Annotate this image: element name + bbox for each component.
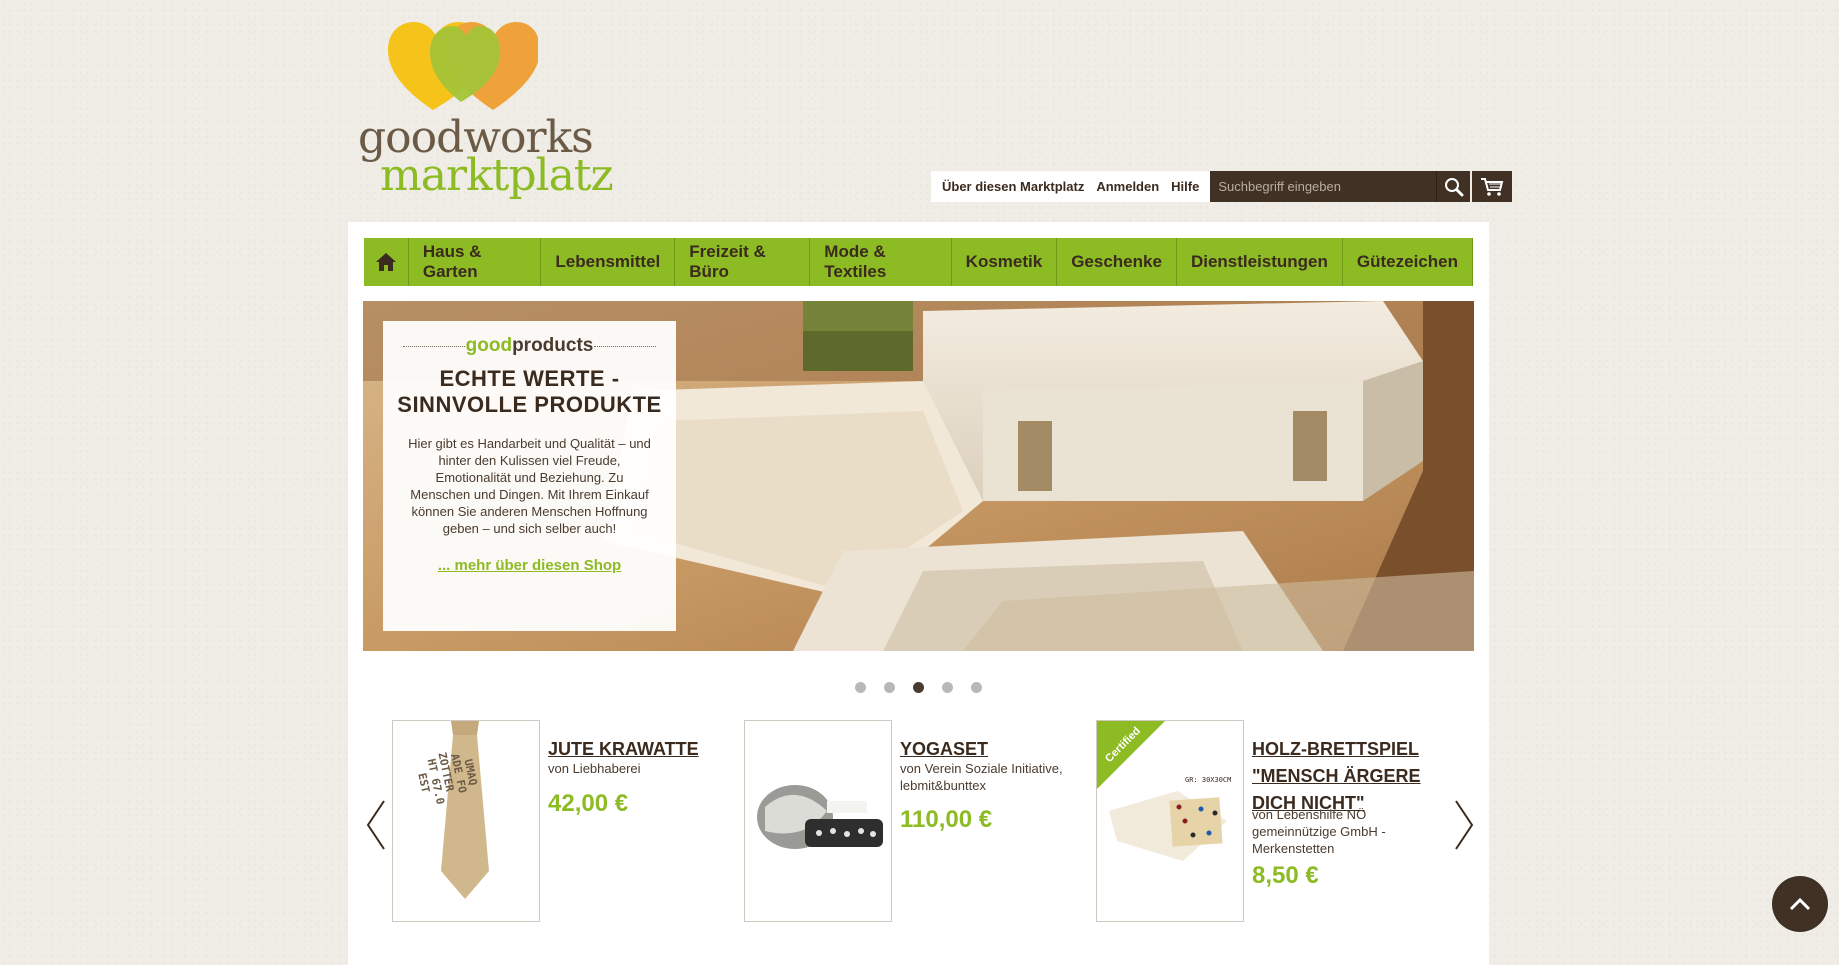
hero-headline: ECHTE WERTE - SINNVOLLE PRODUKTE [397, 366, 662, 417]
tie-image: UMAQ ADE FO ZOTTER HT 67.0 EST [415, 721, 489, 899]
product-carousel: UMAQ ADE FO ZOTTER HT 67.0 EST JUTE KRAW… [392, 720, 1442, 930]
search-icon [1444, 177, 1464, 196]
carousel-next-button[interactable] [1448, 797, 1478, 853]
slider-dot-5[interactable] [971, 682, 982, 693]
brand-suffix: products [512, 335, 594, 356]
product-card: UMAQ ADE FO ZOTTER HT 67.0 EST JUTE KRAW… [392, 720, 732, 930]
cart-button[interactable] [1472, 171, 1513, 202]
slider-dots [348, 680, 1489, 698]
slider-dot-4[interactable] [942, 682, 953, 693]
nav-kosmetik[interactable]: Kosmetik [952, 238, 1058, 286]
product-image-yogaset[interactable] [744, 720, 892, 922]
chevron-right-icon [1455, 800, 1474, 850]
product-vendor: von Liebhaberei [548, 761, 641, 776]
product-price: 8,50 € [1252, 862, 1319, 889]
chevron-up-icon [1789, 897, 1811, 911]
product-price: 110,00 € [900, 806, 993, 833]
search-box [1210, 171, 1471, 202]
hero-brand: goodproducts [383, 335, 676, 357]
home-icon [375, 253, 396, 271]
nav-home[interactable] [364, 238, 409, 286]
top-links: Über diesen Marktplatz Anmelden Hilfe [931, 171, 1211, 202]
image-size-label: GR: 30X30CM [1185, 776, 1231, 784]
top-bar: Über diesen Marktplatz Anmelden Hilfe [931, 171, 1513, 202]
svg-text:EST: EST [415, 772, 432, 795]
product-vendor: von Verein Soziale Initiative, lebmit&bu… [900, 761, 1063, 793]
product-title[interactable]: YOGASET [900, 736, 1080, 763]
product-vendor: von Lebenshilfe NÖ gemeinnützige GmbH - … [1252, 807, 1386, 856]
site-logo[interactable]: goodworks marktplatz [358, 20, 614, 202]
main-nav: Haus & Garten Lebensmittel Freizeit & Bü… [364, 238, 1473, 286]
yogaset-image [757, 785, 883, 849]
brand-prefix: good [465, 335, 513, 356]
product-price: 42,00 € [548, 790, 629, 817]
slider-dot-1[interactable] [855, 682, 866, 693]
cart-icon [1481, 177, 1504, 196]
about-link[interactable]: Über diesen Marktplatz [942, 179, 1084, 194]
hearts-logo-icon [388, 22, 538, 110]
slider-dot-2[interactable] [884, 682, 895, 693]
nav-haus-garten[interactable]: Haus & Garten [409, 238, 542, 286]
hero-more-link[interactable]: ... mehr über diesen Shop [383, 557, 676, 574]
product-title[interactable]: JUTE KRAWATTE [548, 736, 728, 763]
carousel-prev-button[interactable] [362, 797, 392, 853]
chevron-left-icon [366, 800, 385, 850]
help-link[interactable]: Hilfe [1171, 179, 1199, 194]
search-input[interactable] [1210, 172, 1437, 201]
product-title[interactable]: HOLZ-BRETTSPIEL "MENSCH ÄRGERE DICH NICH… [1252, 736, 1432, 817]
nav-freizeit-buero[interactable]: Freizeit & Büro [675, 238, 811, 286]
product-card: GR: 30X30CM Certified HOLZ-BRETTSPIEL "M… [1096, 720, 1436, 930]
back-to-top-button[interactable] [1772, 876, 1828, 932]
nav-mode-textiles[interactable]: Mode & Textiles [810, 238, 952, 286]
hero-card: goodproducts ECHTE WERTE - SINNVOLLE PRO… [383, 321, 676, 631]
product-image-tie[interactable]: UMAQ ADE FO ZOTTER HT 67.0 EST [392, 720, 540, 922]
nav-guetezeichen[interactable]: Gütezeichen [1343, 238, 1473, 286]
main-panel: Haus & Garten Lebensmittel Freizeit & Bü… [348, 222, 1489, 965]
hero-slider: goodproducts ECHTE WERTE - SINNVOLLE PRO… [363, 301, 1474, 651]
slider-dot-3[interactable] [913, 682, 924, 693]
login-link[interactable]: Anmelden [1096, 179, 1159, 194]
product-card: YOGASET von Verein Soziale Initiative, l… [744, 720, 1084, 930]
product-image-brettspiel[interactable]: GR: 30X30CM Certified [1096, 720, 1244, 922]
hero-text: Hier gibt es Handarbeit und Qualität – u… [408, 436, 651, 536]
nav-lebensmittel[interactable]: Lebensmittel [541, 238, 676, 286]
nav-dienstleistungen[interactable]: Dienstleistungen [1177, 238, 1343, 286]
search-button[interactable] [1436, 171, 1470, 202]
logo-word-marktplatz: marktplatz [380, 150, 614, 201]
nav-geschenke[interactable]: Geschenke [1057, 238, 1177, 286]
